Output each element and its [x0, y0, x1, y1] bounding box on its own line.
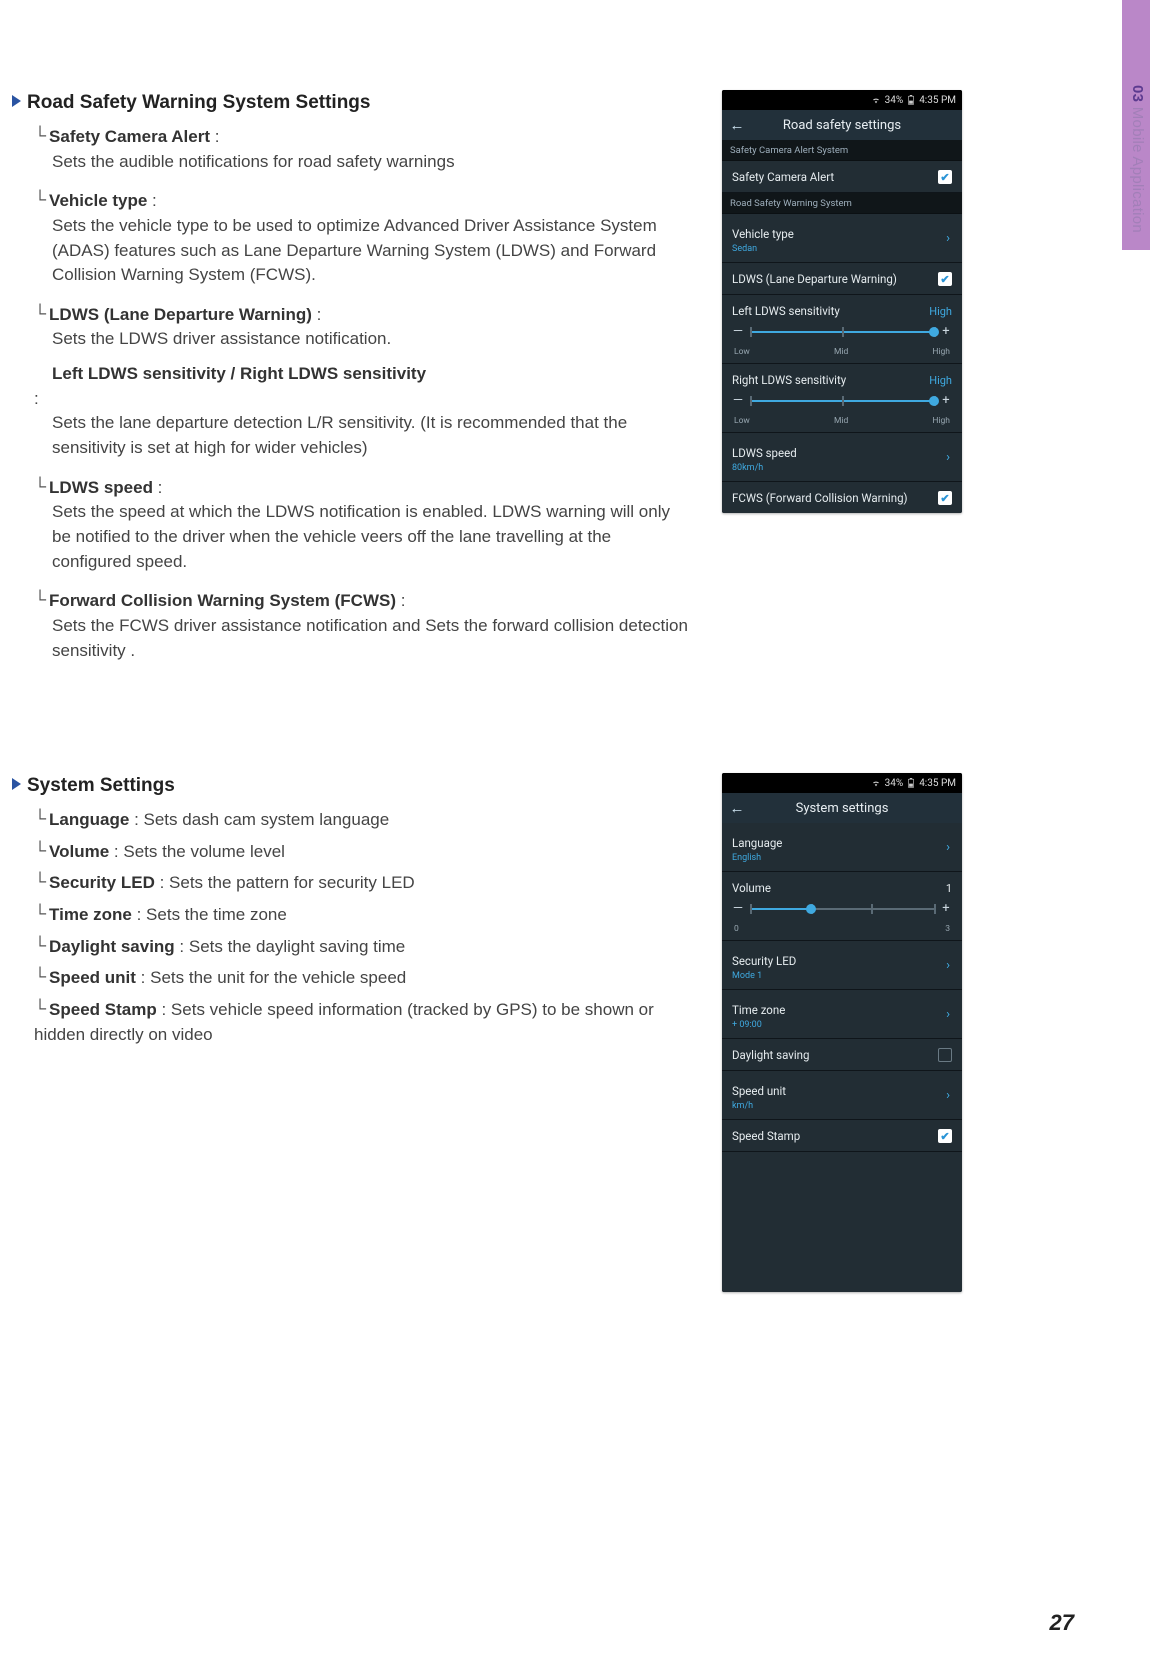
- back-button[interactable]: ←: [722, 793, 752, 823]
- chevron-right-icon: ›: [946, 450, 950, 465]
- checkbox-icon[interactable]: [938, 272, 952, 286]
- slider-tick-labels: LowMidHigh: [722, 416, 962, 433]
- plus-icon[interactable]: +: [940, 324, 952, 339]
- checkbox-icon[interactable]: [938, 170, 952, 184]
- minus-icon[interactable]: —: [732, 393, 744, 408]
- chevron-right-icon: ›: [946, 958, 950, 973]
- status-bar: 34% 4:35 PM: [722, 90, 962, 110]
- phone-empty-fill: [722, 1152, 962, 1292]
- item-time-zone: └Time zone : Sets the time zone: [34, 902, 692, 928]
- row-left-ldws-sensitivity[interactable]: Left LDWS sensitivityHigh — +: [722, 295, 962, 347]
- phone-road-safety: 34% 4:35 PM ← Road safety settings Safet…: [722, 90, 962, 513]
- slider-tick-labels: LowMidHigh: [722, 347, 962, 364]
- battery-text: 34%: [885, 778, 904, 789]
- time-text: 4:35 PM: [919, 778, 956, 789]
- row-ldws-speed[interactable]: LDWS speed80km/h ›: [722, 433, 962, 482]
- heading-text: System Settings: [27, 775, 175, 796]
- plus-icon[interactable]: +: [940, 901, 952, 916]
- chevron-right-icon: ›: [946, 840, 950, 855]
- group-header-rsws: Road Safety Warning System: [722, 193, 962, 214]
- battery-icon: [907, 778, 915, 788]
- item-vehicle-type: └Vehicle type : Sets the vehicle type to…: [34, 188, 692, 288]
- triangle-icon: [12, 95, 21, 107]
- battery-text: 34%: [885, 95, 904, 106]
- minus-icon[interactable]: —: [732, 324, 744, 339]
- item-safety-camera-alert: └Safety Camera Alert : Sets the audible …: [34, 124, 692, 174]
- row-fcws[interactable]: FCWS (Forward Collision Warning): [722, 482, 962, 513]
- row-speed-unit[interactable]: Speed unitkm/h ›: [722, 1071, 962, 1120]
- row-time-zone[interactable]: Time zone+ 09:00 ›: [722, 990, 962, 1039]
- screen-title: Road safety settings: [783, 118, 901, 133]
- back-button[interactable]: ←: [722, 110, 752, 140]
- wifi-icon: [871, 778, 881, 788]
- row-daylight-saving[interactable]: Daylight saving: [722, 1039, 962, 1071]
- slider-left-ldws[interactable]: — +: [732, 324, 952, 339]
- page-number: 27: [1050, 1610, 1074, 1636]
- row-security-led[interactable]: Security LEDMode 1 ›: [722, 941, 962, 990]
- chevron-right-icon: ›: [946, 1088, 950, 1103]
- item-fcws: └Forward Collision Warning System (FCWS)…: [34, 588, 692, 663]
- status-bar: 34% 4:35 PM: [722, 773, 962, 793]
- item-speed-unit: └Speed unit : Sets the unit for the vehi…: [34, 965, 692, 991]
- item-language: └Language : Sets dash cam system languag…: [34, 807, 692, 833]
- plus-icon[interactable]: +: [940, 393, 952, 408]
- item-ldws-speed: └LDWS speed : Sets the speed at which th…: [34, 475, 692, 575]
- time-text: 4:35 PM: [919, 95, 956, 106]
- row-right-ldws-sensitivity[interactable]: Right LDWS sensitivityHigh — +: [722, 364, 962, 416]
- section-heading-system: System Settings: [12, 775, 692, 797]
- triangle-icon: [12, 778, 21, 790]
- battery-icon: [907, 95, 915, 105]
- chapter-number: 03: [1129, 85, 1146, 102]
- row-speed-stamp[interactable]: Speed Stamp: [722, 1120, 962, 1152]
- phone-system-settings: 34% 4:35 PM ← System settings LanguageEn…: [722, 773, 962, 1292]
- row-vehicle-type[interactable]: Vehicle typeSedan ›: [722, 214, 962, 263]
- wifi-icon: [871, 95, 881, 105]
- chevron-right-icon: ›: [946, 231, 950, 246]
- group-header-sca: Safety Camera Alert System: [722, 140, 962, 161]
- minus-icon[interactable]: —: [732, 901, 744, 916]
- title-bar: ← Road safety settings: [722, 110, 962, 140]
- heading-text: Road Safety Warning System Settings: [27, 92, 370, 113]
- section-heading-road: Road Safety Warning System Settings: [12, 92, 692, 114]
- checkbox-icon[interactable]: [938, 491, 952, 505]
- chevron-right-icon: ›: [946, 1007, 950, 1022]
- row-ldws[interactable]: LDWS (Lane Departure Warning): [722, 263, 962, 295]
- screen-title: System settings: [796, 801, 889, 816]
- item-volume: └Volume : Sets the volume level: [34, 839, 692, 865]
- slider-volume[interactable]: — +: [732, 901, 952, 916]
- slider-tick-labels: 03: [722, 924, 962, 941]
- row-volume[interactable]: Volume1 — +: [722, 872, 962, 924]
- item-security-led: └Security LED : Sets the pattern for sec…: [34, 870, 692, 896]
- section-road-safety: Road Safety Warning System Settings └Saf…: [12, 90, 1080, 677]
- row-safety-camera-alert[interactable]: Safety Camera Alert: [722, 161, 962, 193]
- chapter-title: Mobile Application: [1129, 102, 1146, 233]
- title-bar: ← System settings: [722, 793, 962, 823]
- item-ldws: └LDWS (Lane Departure Warning) : Sets th…: [34, 302, 692, 461]
- section-system-settings: System Settings └Language : Sets dash ca…: [12, 773, 1080, 1292]
- checkbox-icon[interactable]: [938, 1048, 952, 1062]
- item-ldws-sensitivity-name: Left LDWS sensitivity / Right LDWS sensi…: [52, 362, 692, 387]
- row-language[interactable]: LanguageEnglish ›: [722, 823, 962, 872]
- manual-page: 03 Mobile Application 27 Road Safety War…: [0, 0, 1150, 1678]
- checkbox-icon[interactable]: [938, 1129, 952, 1143]
- slider-right-ldws[interactable]: — +: [732, 393, 952, 408]
- side-tab: 03 Mobile Application: [1129, 85, 1146, 233]
- item-ldws-sensitivity-desc: Sets the lane departure detection L/R se…: [52, 411, 692, 460]
- item-daylight-saving: └Daylight saving : Sets the daylight sav…: [34, 934, 692, 960]
- item-speed-stamp: └Speed Stamp : Sets vehicle speed inform…: [34, 997, 692, 1047]
